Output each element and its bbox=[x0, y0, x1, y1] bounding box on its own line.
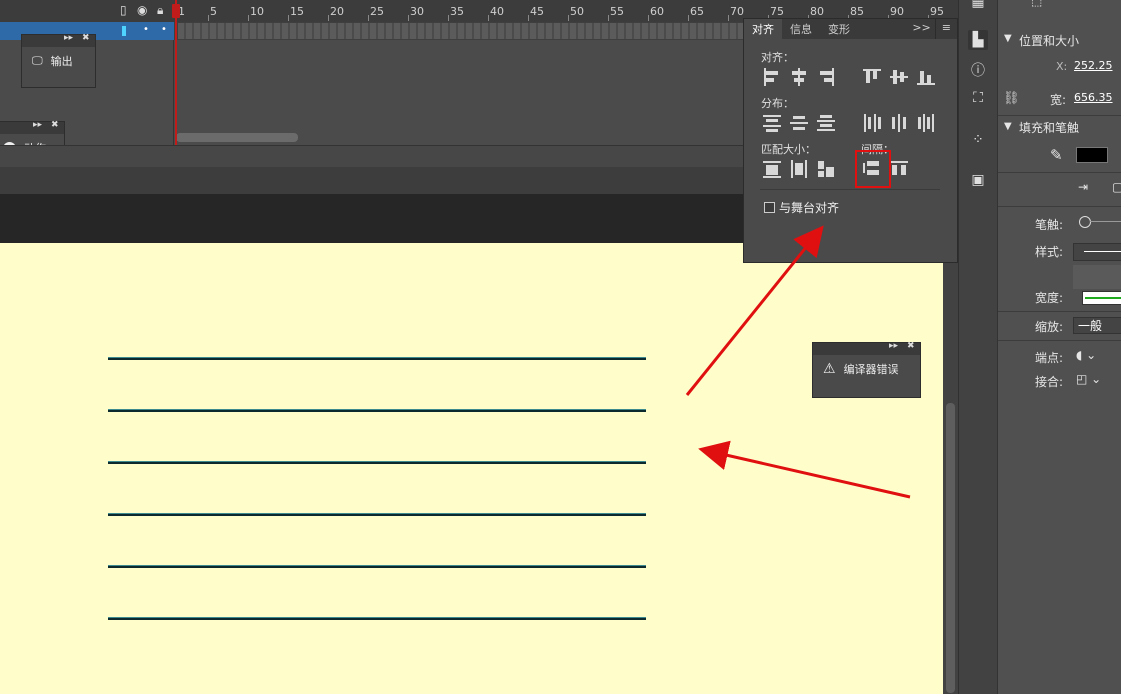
annotation-arrow-left bbox=[698, 440, 911, 499]
annotation-arrows bbox=[685, 225, 911, 499]
annotation-arrow-up bbox=[685, 225, 824, 396]
